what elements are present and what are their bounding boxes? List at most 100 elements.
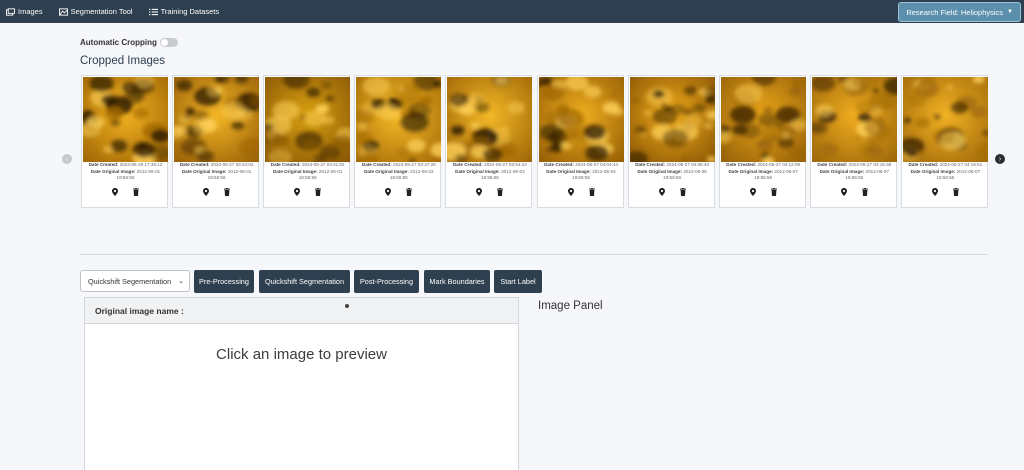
time-original: 19:56:56 bbox=[480, 175, 499, 181]
solar-image-thumbnail[interactable] bbox=[629, 77, 715, 162]
date-created-line: Date Created: 2024-06-27 03:47:28 bbox=[355, 162, 442, 169]
map-pin-icon[interactable] bbox=[748, 187, 757, 196]
trash-icon[interactable] bbox=[405, 187, 414, 196]
cropped-image-card[interactable]: Date Created: 2024-06-27 04:16:51 Date O… bbox=[900, 75, 989, 208]
segmentation-method-value: Quickshift Segementation bbox=[88, 276, 172, 286]
solar-image-thumbnail[interactable] bbox=[356, 77, 442, 162]
card-meta: Date Created: 2024-06-27 03:41:02 Date O… bbox=[264, 162, 351, 182]
date-original-label: Date Original Image: bbox=[90, 168, 136, 174]
nav-images[interactable]: Images bbox=[6, 7, 43, 16]
map-pin-icon[interactable] bbox=[384, 187, 393, 196]
trash-icon[interactable] bbox=[860, 187, 869, 196]
carousel-prev-button[interactable]: ‹ bbox=[62, 154, 72, 164]
preview-header: Original image name : bbox=[85, 298, 518, 324]
solar-image-thumbnail[interactable] bbox=[265, 77, 351, 162]
cropped-image-card[interactable]: Date Created: 2024-06-27 04:15:38 Date O… bbox=[809, 75, 898, 208]
research-field-dropdown[interactable]: Research Field: Heliophysics ▼ bbox=[898, 2, 1021, 22]
segmentation-method-select[interactable]: Quickshift Segementation ⌄ bbox=[80, 270, 190, 292]
cropped-image-card[interactable]: Date Created: 2024-06-27 03:24:02 Date O… bbox=[172, 75, 260, 208]
solar-image-thumbnail[interactable] bbox=[720, 77, 806, 162]
date-original: 2012-06-07 bbox=[774, 168, 798, 174]
solar-image-thumbnail[interactable] bbox=[902, 77, 988, 162]
cropped-images-title: Cropped Images bbox=[80, 55, 166, 67]
time-original: 19:56:56 bbox=[845, 175, 864, 181]
cropped-image-card[interactable]: Date Created: 2024-06-27 04:08:40 Date O… bbox=[627, 75, 716, 208]
date-original: 2012-06-04 bbox=[592, 168, 616, 174]
map-pin-icon[interactable] bbox=[566, 187, 575, 196]
date-original-line: Date Original Image: 2012-06-04 bbox=[538, 169, 625, 176]
map-pin-icon[interactable] bbox=[293, 187, 302, 196]
date-original-line: Date Original Image: 2012-06-01 bbox=[173, 169, 260, 176]
trash-icon[interactable] bbox=[496, 187, 505, 196]
date-original-label: Date Original Image: bbox=[272, 168, 318, 174]
card-actions bbox=[264, 187, 351, 196]
solar-image-thumbnail[interactable] bbox=[174, 77, 260, 162]
solar-image-thumbnail[interactable] bbox=[83, 77, 168, 162]
solar-image-thumbnail[interactable] bbox=[811, 77, 897, 162]
card-actions bbox=[902, 187, 989, 196]
trash-icon[interactable] bbox=[951, 187, 960, 196]
trash-icon[interactable] bbox=[132, 187, 141, 196]
original-image-name-label: Original image name : bbox=[95, 305, 184, 316]
trash-icon[interactable] bbox=[223, 187, 232, 196]
date-created: 2024-06-27 03:24:02 bbox=[210, 162, 254, 167]
solar-image-thumbnail[interactable] bbox=[538, 77, 624, 162]
top-navbar: Images Segmentation Tool Training Datase… bbox=[0, 0, 1024, 23]
date-created: 2024-06-27 04:15:38 bbox=[848, 162, 892, 167]
date-created-label: Date Created: bbox=[452, 162, 483, 167]
trash-icon[interactable] bbox=[769, 187, 778, 196]
card-actions bbox=[355, 187, 442, 196]
pre-processing-button[interactable]: Pre-Processing bbox=[194, 270, 254, 293]
date-original: 2012-06-07 bbox=[956, 168, 981, 174]
cropped-image-card[interactable]: Date Created: 2024-06-27 03:54:24 Date O… bbox=[445, 75, 533, 208]
date-original: 2012-06-06 bbox=[683, 168, 707, 174]
trash-icon[interactable] bbox=[314, 187, 323, 196]
cropped-image-card[interactable]: Date Created: 2024-06-27 03:41:02 Date O… bbox=[263, 75, 351, 208]
post-processing-button[interactable]: Post-Processing bbox=[354, 270, 419, 293]
trash-icon[interactable] bbox=[678, 187, 687, 196]
date-created: 2024-06-28 17:36:12 bbox=[119, 162, 163, 167]
automatic-cropping-toggle[interactable] bbox=[159, 38, 178, 47]
segmentation-icon bbox=[58, 7, 68, 16]
date-original: 2012-06-03 bbox=[501, 168, 525, 174]
date-created-line: Date Created: 2024-06-27 04:08:40 bbox=[629, 162, 716, 169]
date-original-line: Date Original Image: 2012-06-01 bbox=[82, 169, 169, 176]
card-actions bbox=[811, 187, 898, 196]
automatic-cropping: Automatic Cropping bbox=[80, 38, 178, 47]
cropped-image-card[interactable]: Date Created: 2024-06-27 04:12:08 Date O… bbox=[718, 75, 807, 208]
time-original: 19:56:56 bbox=[207, 175, 226, 181]
date-original: 2012-06-02 bbox=[410, 168, 434, 174]
card-meta: Date Created: 2024-06-27 04:08:40 Date O… bbox=[629, 162, 716, 182]
mark-boundaries-button[interactable]: Mark Boundaries bbox=[424, 270, 490, 293]
start-label-button[interactable]: Start Label bbox=[494, 270, 542, 293]
trash-icon[interactable] bbox=[587, 187, 596, 196]
map-pin-icon[interactable] bbox=[839, 187, 848, 196]
cropped-image-card[interactable]: Date Created: 2024-06-27 04:04:44 Date O… bbox=[536, 75, 625, 208]
date-created-label: Date Created: bbox=[179, 162, 210, 167]
cropped-image-card[interactable]: Date Created: 2024-06-28 17:36:12 Date O… bbox=[81, 75, 168, 208]
quickshift-segmentation-button[interactable]: Quickshift Segmentation bbox=[259, 270, 350, 293]
map-pin-icon[interactable] bbox=[202, 187, 211, 196]
map-pin-icon[interactable] bbox=[111, 187, 120, 196]
cropped-image-card[interactable]: Date Created: 2024-06-27 03:47:28 Date O… bbox=[354, 75, 442, 208]
carousel-next-button[interactable]: › bbox=[995, 154, 1005, 164]
time-original: 19:56:56 bbox=[389, 175, 408, 181]
indicator-dot bbox=[345, 304, 349, 308]
map-pin-icon[interactable] bbox=[930, 187, 939, 196]
map-pin-icon[interactable] bbox=[657, 187, 666, 196]
nav-segmentation-label: Segmentation Tool bbox=[70, 7, 133, 16]
time-original: 19:56:56 bbox=[572, 175, 590, 181]
time-original: 19:56:56 bbox=[116, 175, 135, 181]
solar-image-thumbnail[interactable] bbox=[447, 77, 533, 162]
date-original-line: Date Original Image: 2012-06-07 bbox=[811, 169, 898, 176]
time-original: 19:56:56 bbox=[936, 175, 955, 181]
section-divider bbox=[80, 254, 988, 255]
date-original: 2012-06-01 bbox=[318, 168, 343, 174]
map-pin-icon[interactable] bbox=[475, 187, 484, 196]
date-original-line: Date Original Image: 2012-06-07 bbox=[720, 169, 807, 176]
nav-training-datasets[interactable]: Training Datasets bbox=[148, 7, 219, 16]
date-created-line: Date Created: 2024-06-27 03:41:02 bbox=[264, 162, 351, 169]
date-original-line: Date Original Image: 2012-06-02 bbox=[355, 169, 442, 176]
solar-image bbox=[720, 77, 806, 162]
nav-segmentation-tool[interactable]: Segmentation Tool bbox=[58, 7, 133, 16]
